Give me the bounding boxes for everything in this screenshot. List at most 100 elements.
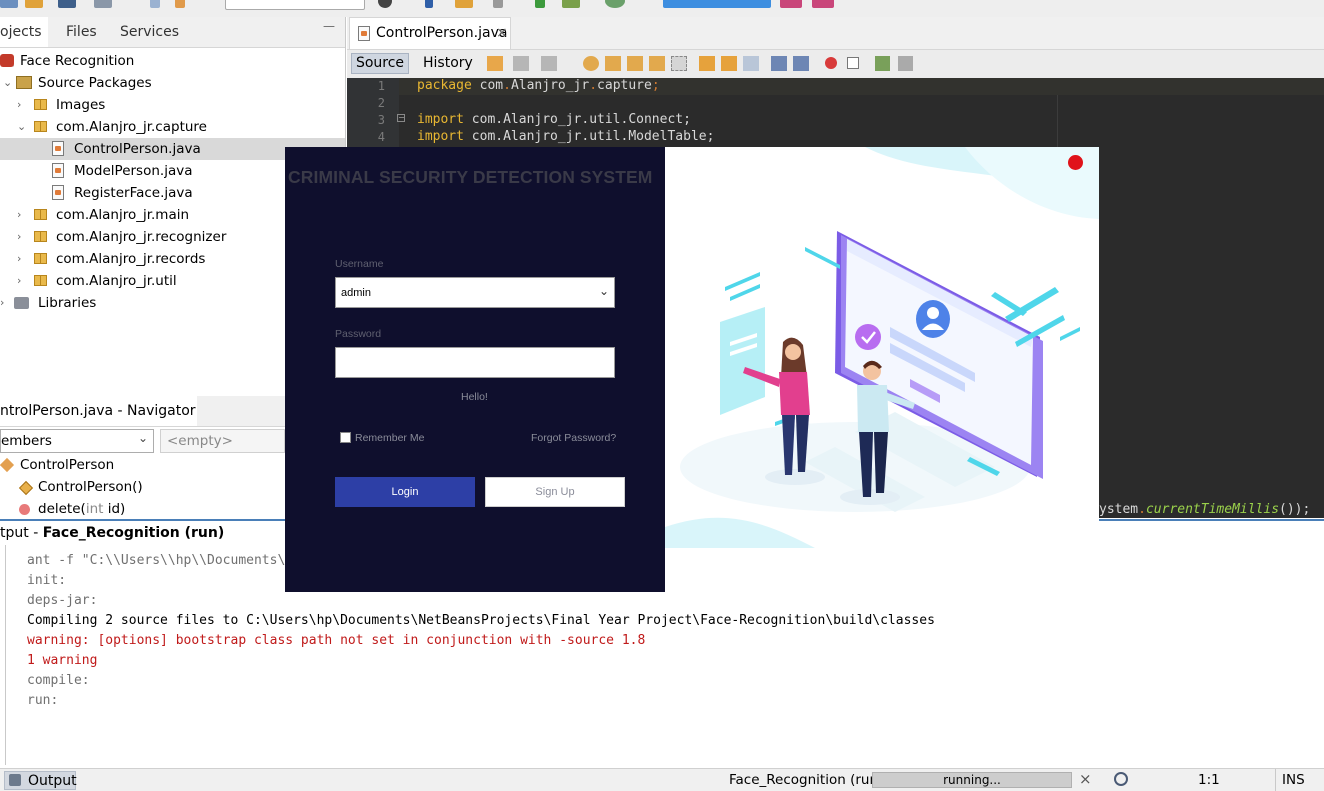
- rectangular-selection-icon[interactable]: [671, 56, 687, 71]
- remember-me-label: Remember Me: [355, 432, 425, 444]
- find-previous-icon[interactable]: [605, 56, 621, 71]
- tree-item-capture-package[interactable]: ⌄ com.Alanjro_jr.capture: [0, 116, 345, 138]
- username-value: admin: [341, 287, 371, 299]
- nav-item-label: ControlPerson(): [38, 479, 143, 495]
- code-line: package com.Alanjro_jr.capture;: [417, 78, 660, 93]
- forward-icon[interactable]: [541, 56, 557, 71]
- cancel-task-icon[interactable]: ×: [1079, 770, 1092, 788]
- new-project-icon[interactable]: [0, 0, 18, 8]
- tab-projects[interactable]: ojects ×: [0, 17, 48, 71]
- tree-item-source-packages[interactable]: ⌄ Source Packages: [0, 72, 345, 94]
- chevron-right-icon[interactable]: ›: [17, 248, 21, 270]
- insert-mode: INS: [1282, 772, 1305, 788]
- start-macro-icon[interactable]: [825, 57, 837, 69]
- apply-changes-icon[interactable]: [562, 0, 580, 8]
- tree-item-face-recognition[interactable]: Face Recognition: [0, 50, 345, 72]
- chevron-right-icon[interactable]: ›: [17, 226, 21, 248]
- nav-item-label: delete(int id): [38, 501, 126, 517]
- minimize-panel-icon[interactable]: —: [323, 11, 335, 41]
- deco-bar: [1060, 327, 1080, 341]
- refresh-icon[interactable]: [605, 0, 625, 8]
- save-all-icon[interactable]: [94, 0, 112, 8]
- signup-button[interactable]: Sign Up: [485, 477, 625, 507]
- output-line: 1 warning: [27, 653, 98, 668]
- output-title[interactable]: tput - Face_Recognition (run): [0, 525, 224, 541]
- login-dialog: CRIMINAL SECURITY DETECTION SYSTEM Usern…: [285, 147, 1099, 592]
- close-dialog-icon[interactable]: [1068, 155, 1083, 170]
- new-file-icon[interactable]: [25, 0, 43, 8]
- chevron-right-icon[interactable]: ›: [0, 292, 4, 314]
- editor-tab-close-icon[interactable]: ×: [496, 25, 508, 41]
- forgot-password-link[interactable]: Forgot Password?: [531, 432, 616, 444]
- back-icon[interactable]: [513, 56, 529, 71]
- code-line: import com.Alanjro_jr.util.ModelTable;: [417, 129, 715, 144]
- login-form-panel: CRIMINAL SECURITY DETECTION SYSTEM Usern…: [285, 147, 665, 592]
- gc-icon[interactable]: [812, 0, 834, 8]
- source-tab[interactable]: Source: [351, 53, 409, 74]
- find-icon[interactable]: [583, 56, 599, 71]
- tree-item-label: com.Alanjro_jr.records: [56, 251, 206, 267]
- search-box[interactable]: [663, 0, 771, 8]
- tab-controlperson[interactable]: ControlPerson.java ×: [349, 17, 511, 49]
- output-window-tab[interactable]: Output: [4, 771, 77, 790]
- tab-files[interactable]: Files: [66, 17, 97, 47]
- tree-item-images[interactable]: › Images: [0, 94, 345, 116]
- open-project-icon[interactable]: [58, 0, 76, 8]
- toggle-highlight-icon[interactable]: [649, 56, 665, 71]
- tree-item-label: Face Recognition: [20, 53, 135, 69]
- next-bookmark-icon[interactable]: [721, 56, 737, 71]
- chevron-right-icon[interactable]: ›: [17, 270, 21, 292]
- code-line: import com.Alanjro_jr.util.Connect;: [417, 112, 691, 127]
- woman-head: [785, 344, 801, 360]
- run-project-icon[interactable]: [455, 0, 473, 8]
- build-icon[interactable]: [378, 0, 392, 8]
- profile-icon[interactable]: [535, 0, 545, 8]
- tree-item-label: RegisterFace.java: [74, 185, 193, 201]
- members-filter-select[interactable]: embers ⌄: [0, 429, 154, 453]
- check-badge: [855, 324, 881, 350]
- members-filter-value: embers: [1, 433, 52, 449]
- line-number: 2: [377, 96, 385, 110]
- chevron-right-icon[interactable]: ›: [17, 204, 21, 226]
- package-icon: [34, 99, 47, 110]
- tab-navigator[interactable]: ntrolPerson.java - Navigator ×: [0, 396, 197, 449]
- shift-right-icon[interactable]: [793, 56, 809, 71]
- empty-select[interactable]: <empty>: [160, 429, 285, 453]
- output-line: deps-jar:: [27, 593, 98, 608]
- username-combo[interactable]: admin ⌄: [335, 277, 615, 308]
- deco-bar: [805, 247, 840, 269]
- java-file-icon: [52, 141, 64, 156]
- notifications-icon[interactable]: [1114, 772, 1128, 786]
- chevron-right-icon[interactable]: ›: [17, 94, 21, 116]
- config-select[interactable]: [225, 0, 365, 10]
- login-button[interactable]: Login: [335, 477, 475, 507]
- fold-icon[interactable]: −: [397, 114, 405, 122]
- code-fragment: ystem.currentTimeMillis());: [1099, 502, 1311, 517]
- shift-left-icon[interactable]: [771, 56, 787, 71]
- find-next-icon[interactable]: [627, 56, 643, 71]
- tree-item-label: com.Alanjro_jr.recognizer: [56, 229, 227, 245]
- last-edit-icon[interactable]: [487, 56, 503, 71]
- password-field[interactable]: [335, 347, 615, 378]
- chevron-down-icon: ⌄: [138, 431, 149, 445]
- tree-item-label: ModelPerson.java: [74, 163, 193, 179]
- previous-bookmark-icon[interactable]: [699, 56, 715, 71]
- chevron-down-icon[interactable]: ⌄: [3, 72, 12, 94]
- undo-icon[interactable]: [150, 0, 160, 8]
- history-tab[interactable]: History: [423, 55, 473, 71]
- output-line: Compiling 2 source files to C:\Users\hp\…: [27, 613, 935, 628]
- toggle-bookmark-icon[interactable]: [743, 56, 759, 71]
- remember-me-checkbox[interactable]: [340, 432, 351, 443]
- stop-macro-icon[interactable]: [847, 57, 859, 69]
- output-line: compile:: [27, 673, 90, 688]
- comment-icon[interactable]: [875, 56, 890, 71]
- woman-shirt: [779, 372, 810, 415]
- memory-icon[interactable]: [780, 0, 802, 8]
- uncomment-icon[interactable]: [898, 56, 913, 71]
- clean-build-icon[interactable]: [425, 0, 433, 8]
- redo-icon[interactable]: [175, 0, 185, 8]
- tab-services[interactable]: Services: [120, 17, 179, 47]
- debug-icon[interactable]: [493, 0, 503, 8]
- line-number: 4: [377, 130, 385, 144]
- chevron-down-icon[interactable]: ⌄: [17, 116, 26, 138]
